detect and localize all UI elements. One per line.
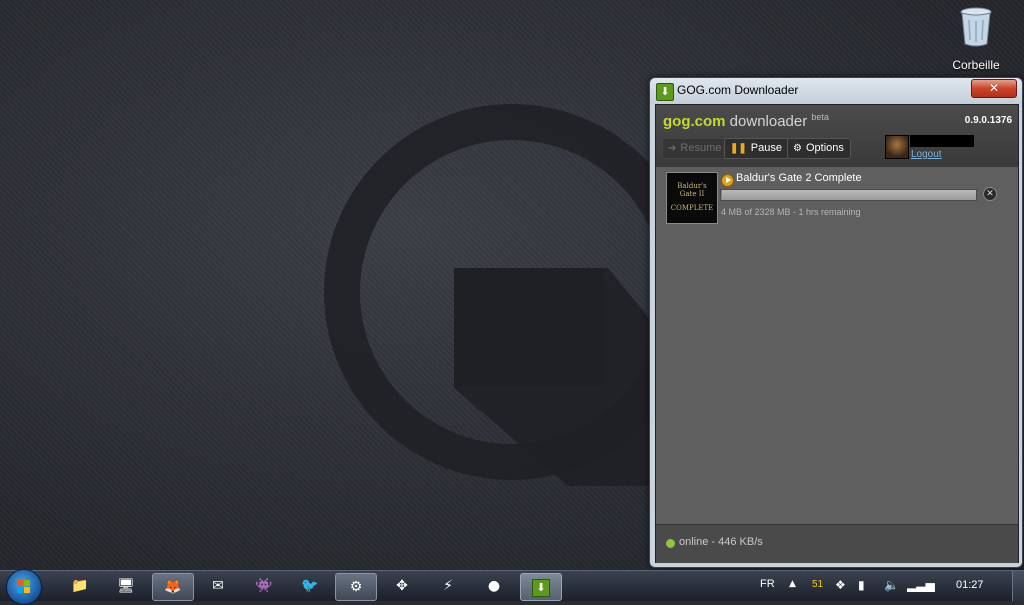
- taskbar-pidgin-icon[interactable]: 👾: [244, 573, 284, 599]
- taskbar: 📁 🖥 🦊 ✉ 👾 🐦 ⚙ ✥ ⚡ ● ⬇ FR ▲ 51 ❖ ▮ 🔈 ▂▃▅ …: [0, 569, 1024, 605]
- close-button[interactable]: ✕: [971, 79, 1017, 98]
- pause-label: Pause: [750, 142, 782, 154]
- download-info: 4 MB of 2328 MB - 1 hrs remaining: [721, 207, 861, 217]
- taskbar-winamp-icon[interactable]: ⚡: [428, 573, 468, 599]
- online-status-icon: [666, 539, 675, 548]
- logout-link[interactable]: Logout: [911, 149, 942, 160]
- download-progress-fill: [721, 190, 722, 200]
- show-desktop-button[interactable]: [1012, 571, 1024, 601]
- app-logo-suffix: downloader: [729, 113, 808, 130]
- thumbnail-subtitle: COMPLETE: [670, 204, 714, 212]
- recycle-bin-label: Corbeille: [952, 58, 1000, 72]
- app-logo-beta: beta: [811, 112, 829, 122]
- status-bar: online - 446 KB/s: [656, 524, 1018, 563]
- power-icon[interactable]: ▮: [858, 578, 865, 592]
- gear-icon: ⚙: [793, 143, 802, 154]
- download-progress-bar: [720, 189, 977, 201]
- play-icon[interactable]: [721, 174, 734, 187]
- app-logo: gog.com downloader beta: [663, 112, 829, 130]
- cancel-download-icon[interactable]: ✕: [983, 187, 997, 201]
- resume-label: Resume: [680, 142, 722, 154]
- options-label: Options: [805, 142, 844, 154]
- clock[interactable]: 01:27: [956, 579, 984, 591]
- taskbar-remote-desktop-icon[interactable]: 🖥: [106, 573, 146, 599]
- resume-button[interactable]: ➔ Resume: [662, 138, 729, 159]
- game-title: Baldur's Gate 2 Complete: [736, 172, 862, 184]
- taskbar-thunderbird-icon[interactable]: ✉: [198, 573, 238, 599]
- taskbar-raptr-icon[interactable]: ✥: [382, 573, 422, 599]
- half-life-logo: [324, 104, 706, 486]
- download-list: Baldur's Gate II COMPLETE Baldur's Gate …: [656, 167, 1018, 524]
- taskbar-tweetdeck-icon[interactable]: 🐦: [290, 573, 330, 599]
- taskbar-steam-icon[interactable]: ⚙: [335, 573, 377, 601]
- gog-download-icon: ⬇: [656, 83, 674, 101]
- recycle-bin-icon: [960, 7, 992, 47]
- show-hidden-icons-icon[interactable]: ▲: [789, 579, 796, 589]
- dropbox-icon[interactable]: ❖: [835, 578, 846, 592]
- language-indicator[interactable]: FR: [760, 578, 775, 590]
- window-client: gog.com downloader beta 0.9.0.1376 ➔ Resu…: [655, 104, 1019, 563]
- game-thumbnail: Baldur's Gate II COMPLETE: [666, 172, 718, 224]
- pause-button[interactable]: ❚❚ Pause: [724, 138, 789, 159]
- network-signal-icon[interactable]: ▂▃▅: [907, 578, 935, 592]
- taskbar-origin-icon[interactable]: ●: [474, 573, 514, 599]
- volume-icon[interactable]: 🔈: [884, 578, 899, 592]
- pause-icon: ❚❚: [730, 143, 747, 154]
- app-header: gog.com downloader beta 0.9.0.1376 ➔ Resu…: [656, 105, 1018, 167]
- windows-flag-icon: [17, 580, 30, 593]
- resume-arrow-icon: ➔: [668, 143, 677, 154]
- taskbar-gog-downloader-icon[interactable]: ⬇: [520, 573, 562, 601]
- version-label: 0.9.0.1376: [964, 115, 1012, 126]
- recycle-bin[interactable]: Corbeille: [948, 6, 1004, 72]
- window-title: GOG.com Downloader: [677, 83, 799, 97]
- app-logo-brand: gog.com: [663, 113, 726, 130]
- user-avatar: [885, 135, 909, 159]
- window-titlebar[interactable]: ⬇ GOG.com Downloader ✕: [650, 78, 1022, 104]
- taskbar-explorer-icon[interactable]: 📁: [60, 573, 100, 599]
- thumbnail-title: Baldur's Gate II: [677, 182, 707, 198]
- username-redacted: [910, 135, 974, 147]
- tray-counter[interactable]: 51: [812, 579, 823, 590]
- taskbar-firefox-icon[interactable]: 🦊: [152, 573, 194, 601]
- status-text: online - 446 KB/s: [679, 536, 763, 548]
- options-button[interactable]: ⚙ Options: [787, 138, 851, 159]
- gog-downloader-window: ⬇ GOG.com Downloader ✕ gog.com downloade…: [649, 77, 1023, 568]
